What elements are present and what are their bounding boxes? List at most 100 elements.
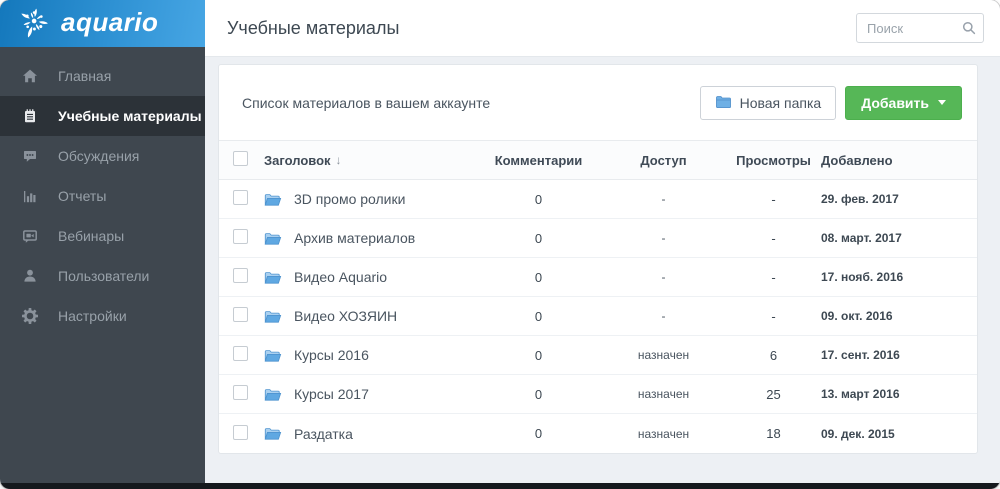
row-checkbox[interactable] (233, 268, 248, 283)
material-added: 09. окт. 2016 (821, 309, 893, 323)
person-icon (22, 268, 40, 284)
material-views: 6 (769, 347, 778, 363)
sidebar-item-discussions[interactable]: Обсуждения (0, 136, 205, 176)
sidebar-item-label: Пользователи (58, 268, 150, 284)
row-checkbox[interactable] (233, 307, 248, 322)
material-comments: 0 (534, 386, 543, 402)
material-name[interactable]: Видео ХОЗЯИН (294, 308, 476, 324)
search-box (856, 13, 984, 43)
material-added: 13. март 2016 (821, 387, 900, 401)
row-checkbox[interactable] (233, 190, 248, 205)
sidebar-item-users[interactable]: Пользователи (0, 256, 205, 296)
table-header: Заголовок ↓ Комментарии Доступ Просмотры… (219, 140, 977, 180)
sidebar-item-materials[interactable]: Учебные материалы (0, 96, 205, 136)
material-added: 09. дек. 2015 (821, 426, 895, 441)
add-button[interactable]: Добавить (845, 85, 962, 120)
folder-icon (715, 94, 732, 112)
header-title[interactable]: Заголовок ↓ (264, 153, 476, 168)
material-name[interactable]: 3D промо ролики (294, 191, 476, 207)
header-comments[interactable]: Комментарии (476, 153, 601, 168)
new-folder-label: Новая папка (739, 94, 822, 111)
brand-logo[interactable]: aquario (0, 0, 205, 47)
window-bottom-edge (0, 483, 1000, 489)
home-icon (22, 68, 40, 84)
sidebar-item-label: Вебинары (58, 228, 125, 244)
sidebar-nav: Главная Учебные материалы Обсуждения Отч… (0, 47, 205, 336)
table-row[interactable]: 3D промо ролики 0 - - 29. фев. 2017 (219, 180, 977, 219)
material-name[interactable]: Курсы 2016 (294, 347, 476, 363)
bar-chart-icon (22, 188, 40, 204)
material-added: 29. фев. 2017 (821, 192, 899, 206)
sidebar: aquario Главная Учебные материалы Обсужд… (0, 0, 205, 483)
sidebar-item-reports[interactable]: Отчеты (0, 176, 205, 216)
material-views: - (771, 308, 776, 324)
table-row[interactable]: Курсы 2016 0 назначен 6 17. сент. 2016 (219, 336, 977, 375)
header-access[interactable]: Доступ (601, 153, 726, 168)
table-row[interactable]: Видео ХОЗЯИН 0 - - 09. окт. 2016 (219, 297, 977, 336)
sidebar-item-label: Отчеты (58, 188, 107, 204)
sidebar-item-label: Учебные материалы (58, 108, 202, 124)
material-name[interactable]: Видео Aquario (294, 269, 476, 285)
sidebar-item-label: Главная (58, 68, 112, 84)
materials-card: Список материалов в вашем аккаунте Новая… (218, 64, 978, 454)
add-button-label: Добавить (861, 94, 929, 111)
material-access: - (661, 270, 666, 284)
row-checkbox[interactable] (233, 385, 248, 400)
list-caption: Список материалов в вашем аккаунте (242, 94, 491, 111)
search-icon[interactable] (961, 20, 977, 41)
folder-icon (264, 270, 294, 285)
app-window: aquario Главная Учебные материалы Обсужд… (0, 0, 1000, 489)
material-access: назначен (637, 426, 690, 441)
folder-icon (264, 387, 294, 402)
material-comments: 0 (534, 230, 543, 246)
material-added: 08. март. 2017 (821, 231, 902, 245)
sidebar-item-settings[interactable]: Настройки (0, 296, 205, 336)
table-row[interactable]: Архив материалов 0 - - 08. март. 2017 (219, 219, 977, 258)
folder-icon (264, 426, 294, 441)
material-name[interactable]: Раздатка (294, 426, 476, 442)
row-checkbox[interactable] (233, 346, 248, 361)
material-access: - (661, 231, 666, 245)
webinar-icon (22, 228, 40, 244)
splash-icon (13, 1, 53, 46)
card-toolbar: Список материалов в вашем аккаунте Новая… (219, 65, 977, 140)
material-access: - (661, 309, 666, 323)
folder-icon (264, 192, 294, 207)
header-added[interactable]: Добавлено (821, 153, 963, 168)
new-folder-button[interactable]: Новая папка (699, 85, 837, 120)
material-comments: 0 (534, 308, 543, 324)
material-access: назначен (637, 387, 690, 401)
row-checkbox[interactable] (233, 424, 248, 440)
material-views: 18 (766, 426, 781, 441)
sidebar-item-label: Настройки (58, 308, 127, 324)
material-views: - (771, 230, 776, 246)
material-comments: 0 (534, 269, 543, 285)
main-area: Учебные материалы Список материалов в ва… (205, 0, 1000, 483)
content: Список материалов в вашем аккаунте Новая… (205, 57, 1000, 483)
folder-icon (264, 231, 294, 246)
material-views: - (771, 269, 776, 285)
table-row[interactable]: Видео Aquario 0 - - 17. нояб. 2016 (219, 258, 977, 297)
sidebar-item-home[interactable]: Главная (0, 56, 205, 96)
notepad-icon (22, 108, 40, 124)
folder-icon (264, 348, 294, 363)
material-name[interactable]: Курсы 2017 (294, 386, 476, 402)
material-views: 25 (766, 386, 781, 402)
table-row[interactable]: Курсы 2017 0 назначен 25 13. март 2016 (219, 375, 977, 414)
topbar: Учебные материалы (205, 0, 1000, 57)
material-comments: 0 (534, 191, 543, 207)
table-body: 3D промо ролики 0 - - 29. фев. 2017 Архи… (219, 180, 977, 453)
chat-icon (22, 148, 40, 164)
material-added: 17. сент. 2016 (821, 348, 900, 362)
select-all-checkbox[interactable] (233, 151, 248, 166)
header-views[interactable]: Просмотры (726, 153, 821, 168)
row-checkbox[interactable] (233, 229, 248, 244)
material-name[interactable]: Архив материалов (294, 230, 476, 246)
sidebar-item-webinars[interactable]: Вебинары (0, 216, 205, 256)
sort-desc-icon: ↓ (335, 153, 342, 167)
table-row[interactable]: Раздатка 0 назначен 18 09. дек. 2015 (219, 414, 977, 453)
material-access: назначен (637, 348, 690, 362)
material-added: 17. нояб. 2016 (821, 270, 904, 284)
gear-icon (22, 308, 40, 324)
brand-name: aquario (61, 6, 159, 37)
